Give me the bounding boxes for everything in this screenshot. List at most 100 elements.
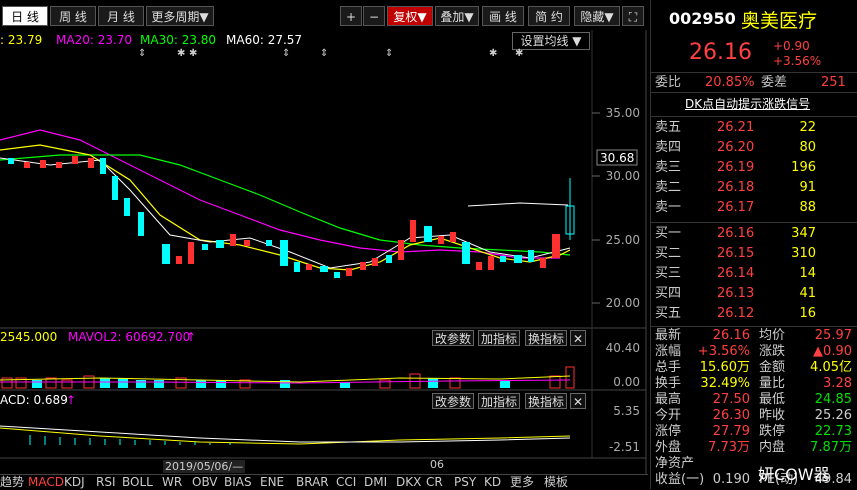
svg-text:✱: ✱ bbox=[515, 48, 523, 59]
price-axis-30: 30.00 bbox=[605, 169, 640, 183]
bid-volume: 310 bbox=[791, 246, 816, 261]
stat-label: 今开 bbox=[655, 408, 682, 423]
stat-value: 25.26 bbox=[814, 408, 852, 423]
stat-label: 内盘 bbox=[759, 440, 786, 455]
stat-label: 最低 bbox=[759, 392, 786, 407]
indicator-tab[interactable]: DKX bbox=[396, 475, 421, 490]
price-change-pct: +3.56% bbox=[773, 54, 822, 68]
bid-price: 26.14 bbox=[717, 266, 755, 281]
svg-text:⇕: ⇕ bbox=[138, 48, 146, 59]
stock-code: 002950 bbox=[669, 9, 736, 28]
bid-volume: 41 bbox=[799, 286, 816, 301]
macd-axis-top: 5.35 bbox=[613, 404, 640, 418]
ask-price: 26.21 bbox=[717, 120, 755, 135]
ask-label: 卖二 bbox=[655, 180, 682, 195]
indicator-tab[interactable]: BRAR bbox=[296, 475, 329, 490]
quote-stat-row: 最新 26.16 均价 25.97 bbox=[651, 328, 857, 344]
stat-value: 32.49% bbox=[700, 376, 750, 391]
indicator-tab[interactable]: KDJ bbox=[64, 475, 85, 490]
macd-switch-indicator-button[interactable]: 换指标 bbox=[525, 393, 567, 409]
stat-label: 净资产 bbox=[655, 456, 695, 471]
ask-row: 卖一 26.17 88 bbox=[651, 198, 857, 217]
stat-label: 最高 bbox=[655, 392, 682, 407]
price-axis-25: 25.00 bbox=[605, 233, 640, 247]
ask-row: 卖三 26.19 196 bbox=[651, 158, 857, 177]
ask-label: 卖一 bbox=[655, 200, 682, 215]
volume-switch-indicator-button[interactable]: 换指标 bbox=[525, 330, 567, 346]
indicator-tab[interactable]: CR bbox=[426, 475, 443, 490]
indicator-tab[interactable]: KD bbox=[484, 475, 501, 490]
volume-value: 2545.000 bbox=[0, 330, 58, 344]
stat-value: +3.56% bbox=[697, 344, 750, 359]
indicator-tab[interactable]: BOLL bbox=[122, 475, 153, 490]
bid-row: 买三 26.14 14 bbox=[651, 264, 857, 283]
stat-value: 24.85 bbox=[814, 392, 852, 407]
quote-stat-row: 涨停 27.79 跌停 22.73 bbox=[651, 424, 857, 440]
candles bbox=[8, 156, 575, 278]
bid-row: 买二 26.15 310 bbox=[651, 244, 857, 263]
volume-change-params-button[interactable]: 改参数 bbox=[432, 330, 474, 346]
indicator-tab[interactable]: 模板 bbox=[544, 475, 568, 490]
mavol2-value: MAVOL2: 60692.700 bbox=[68, 330, 191, 344]
volume-axis-top: 40.40 bbox=[605, 341, 640, 355]
stat-label: 涨停 bbox=[655, 424, 682, 439]
indicator-tab[interactable]: PSY bbox=[454, 475, 476, 490]
bid-row: 买四 26.13 41 bbox=[651, 284, 857, 303]
watermark-logo: 妍COW器 bbox=[758, 465, 830, 484]
stat-label: 昨收 bbox=[759, 408, 786, 423]
stock-name: 奥美医疗 bbox=[741, 10, 818, 32]
indicator-tab[interactable]: BIAS bbox=[224, 475, 252, 490]
weibi-label: 委比 bbox=[655, 75, 682, 90]
last-price: 26.16 bbox=[689, 40, 752, 65]
ask-label: 卖三 bbox=[655, 160, 682, 175]
signal-link[interactable]: DK点自动提示涨跌信号 bbox=[685, 95, 810, 112]
quote-stat-row: 总手 15.60万 金额 4.05亿 bbox=[651, 360, 857, 376]
volume-axis-zero: 0.00 bbox=[613, 375, 640, 389]
svg-text:⇕: ⇕ bbox=[320, 48, 328, 59]
quote-stat-row: 外盘 7.73万 内盘 7.87万 bbox=[651, 440, 857, 456]
stat-value: 4.05亿 bbox=[810, 360, 852, 375]
volume-bars bbox=[1, 366, 575, 389]
quote-stat-row: 涨幅 +3.56% 涨跌 ▲0.90 bbox=[651, 344, 857, 360]
bid-price: 26.13 bbox=[717, 286, 755, 301]
indicator-tab[interactable]: RSI bbox=[96, 475, 116, 490]
bid-label: 买三 bbox=[655, 266, 682, 281]
quote-stat-row: 换手 32.49% 量比 3.28 bbox=[651, 376, 857, 392]
macd-value: ACD: 0.689 bbox=[0, 393, 68, 407]
indicator-tab[interactable]: ENE bbox=[260, 475, 284, 490]
bid-row: 买一 26.16 347 bbox=[651, 224, 857, 243]
indicator-tab[interactable]: OBV bbox=[192, 475, 218, 490]
indicator-tab[interactable]: MACD bbox=[28, 475, 64, 490]
ask-volume: 22 bbox=[799, 120, 816, 135]
bid-label: 买一 bbox=[655, 226, 682, 241]
ask-volume: 91 bbox=[799, 180, 816, 195]
macd-change-params-button[interactable]: 改参数 bbox=[432, 393, 474, 409]
ask-price: 26.17 bbox=[717, 200, 755, 215]
volume-arrow-icon: ↑ bbox=[186, 330, 197, 344]
stat-label: 外盘 bbox=[655, 440, 682, 455]
stat-label: 收益(一) bbox=[655, 472, 705, 487]
indicator-tab[interactable]: 更多 bbox=[510, 475, 534, 490]
indicator-tab[interactable]: WR bbox=[162, 475, 182, 490]
volume-close-icon[interactable]: ✕ bbox=[570, 330, 586, 346]
ask-volume: 88 bbox=[799, 200, 816, 215]
bid-row: 买五 26.12 16 bbox=[651, 304, 857, 323]
indicator-tab[interactable]: CCI bbox=[336, 475, 356, 490]
stat-value: 27.50 bbox=[712, 392, 750, 407]
stat-label: 涨幅 bbox=[655, 344, 682, 359]
indicator-tab[interactable]: DMI bbox=[364, 475, 387, 490]
svg-text:⇕: ⇕ bbox=[282, 48, 290, 59]
macd-close-icon[interactable]: ✕ bbox=[570, 393, 586, 409]
ask-label: 卖五 bbox=[655, 120, 682, 135]
weibi-value: 20.85% bbox=[705, 75, 755, 90]
ask-label: 卖四 bbox=[655, 140, 682, 155]
volume-add-indicator-button[interactable]: 加指标 bbox=[478, 330, 520, 346]
stat-value: 15.60万 bbox=[699, 360, 750, 375]
ask-row: 卖五 26.21 22 bbox=[651, 118, 857, 137]
stat-value: 26.16 bbox=[712, 328, 750, 343]
stat-value: 3.28 bbox=[823, 376, 852, 391]
indicator-tab[interactable]: 趋势 bbox=[0, 475, 24, 490]
stat-value: 7.73万 bbox=[708, 440, 750, 455]
svg-text:⇕: ⇕ bbox=[385, 48, 393, 59]
macd-add-indicator-button[interactable]: 加指标 bbox=[478, 393, 520, 409]
